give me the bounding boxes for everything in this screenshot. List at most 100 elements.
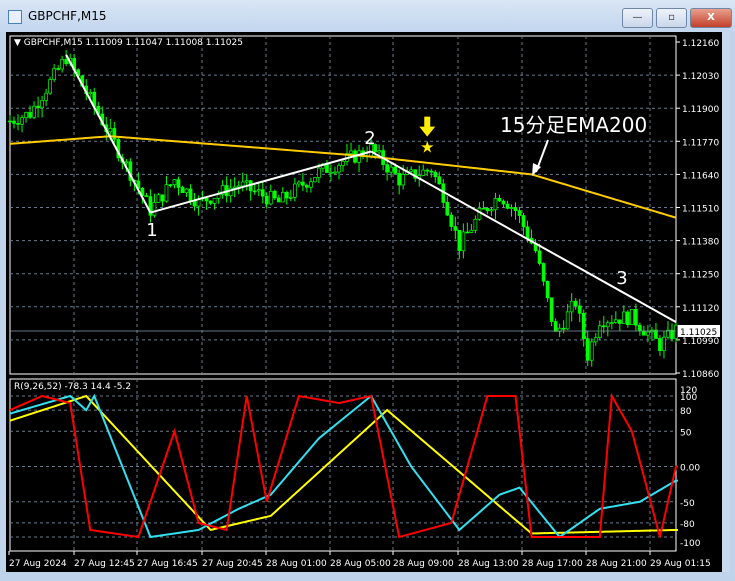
time-tick-label: 29 Aug 01:15 (650, 559, 711, 569)
candle (144, 195, 149, 197)
time-tick-label: 27 Aug 2024 (9, 559, 67, 569)
candle (409, 169, 414, 172)
candle (305, 184, 309, 188)
candle (565, 311, 570, 330)
candle (240, 181, 245, 187)
time-tick-label: 27 Aug 20:45 (202, 559, 263, 569)
candle (297, 181, 301, 185)
candle (160, 194, 165, 202)
candle (541, 263, 546, 282)
time-tick-label: 28 Aug 13:00 (458, 559, 519, 569)
candle (437, 176, 442, 185)
chart-header-label: ▼ GBPCHF,M15 1.11009 1.11047 1.11008 1.1… (14, 38, 243, 48)
candle (465, 231, 470, 234)
candle (662, 336, 666, 351)
price-tick-label: 1.11510 (682, 205, 719, 215)
candle (397, 173, 402, 186)
candle (112, 128, 117, 140)
price-panel-border (9, 35, 677, 375)
wave-point-label: 1 (146, 220, 157, 241)
candle (642, 330, 646, 336)
candle (621, 311, 626, 324)
candle (393, 166, 398, 174)
candle (124, 161, 129, 164)
candle (212, 197, 217, 204)
time-tick-label: 28 Aug 01:00 (266, 559, 327, 569)
candle (325, 163, 329, 173)
time-tick-label: 28 Aug 09:00 (393, 559, 454, 569)
candle (646, 331, 650, 336)
indicator-line-cyan (9, 393, 679, 539)
candle (176, 179, 181, 188)
candle (658, 338, 662, 351)
indicator-tick-label: -80 (680, 520, 695, 530)
price-tick-label: 1.11900 (682, 105, 719, 115)
candle (449, 214, 454, 227)
time-tick-label: 28 Aug 05:00 (330, 559, 391, 569)
candle (317, 167, 321, 178)
candle (172, 179, 177, 186)
candle (485, 207, 490, 212)
candle (525, 226, 530, 239)
candle (168, 184, 173, 186)
trendline (65, 54, 152, 214)
price-tick-label: 1.12030 (682, 72, 719, 82)
candle (88, 91, 93, 94)
candle (184, 188, 189, 194)
candle (12, 120, 16, 124)
candle (469, 229, 474, 233)
candle (156, 194, 161, 203)
price-tick-label: 1.10860 (682, 370, 719, 380)
candle (517, 210, 522, 216)
price-tick-label: 1.11380 (682, 238, 719, 248)
star-icon: ★ (420, 138, 434, 157)
candle (497, 197, 502, 202)
candle (313, 177, 317, 183)
price-tick-label: 1.12160 (682, 39, 719, 49)
trendline (370, 150, 677, 323)
candle (40, 100, 44, 109)
candle (377, 150, 381, 153)
candle (24, 112, 28, 119)
candle (276, 197, 281, 203)
candle (549, 297, 554, 322)
candle (349, 150, 353, 154)
price-tick-label: 1.11250 (682, 271, 719, 281)
candle (341, 161, 345, 166)
candle (301, 181, 305, 186)
price-tick-label: 1.10990 (682, 337, 719, 347)
candle (152, 202, 157, 216)
candle (453, 226, 458, 231)
wave-point-label: 3 (616, 268, 627, 289)
candle (329, 171, 333, 174)
candle (32, 105, 36, 118)
ema200-line (9, 135, 677, 219)
candle (597, 325, 602, 339)
candle (509, 207, 514, 209)
candle (337, 165, 341, 173)
indicator-header-label: R(9,26,52) -78.3 14.4 -5.2 (14, 382, 131, 392)
candle (553, 321, 558, 332)
candle (481, 207, 486, 210)
candle (581, 312, 586, 340)
candle (638, 324, 642, 332)
candle (44, 92, 48, 101)
candle (521, 215, 526, 228)
candle (505, 203, 510, 209)
candle (288, 196, 293, 199)
candle (264, 195, 269, 205)
candle (48, 79, 52, 94)
candle (272, 191, 277, 199)
candle (593, 337, 598, 343)
candle (108, 128, 113, 133)
price-chart[interactable]: 1.12160 1.12030 1.11900 1.11770 1.11640 1.115… (0, 0, 735, 581)
time-tick-label: 28 Aug 17:00 (522, 559, 583, 569)
candle (421, 169, 426, 176)
candle (634, 309, 638, 326)
candle (601, 325, 606, 328)
candle (489, 209, 494, 212)
candle (613, 319, 618, 323)
candle (457, 230, 462, 252)
indicator-tick-label: 100 (680, 393, 697, 403)
candle (433, 171, 438, 178)
